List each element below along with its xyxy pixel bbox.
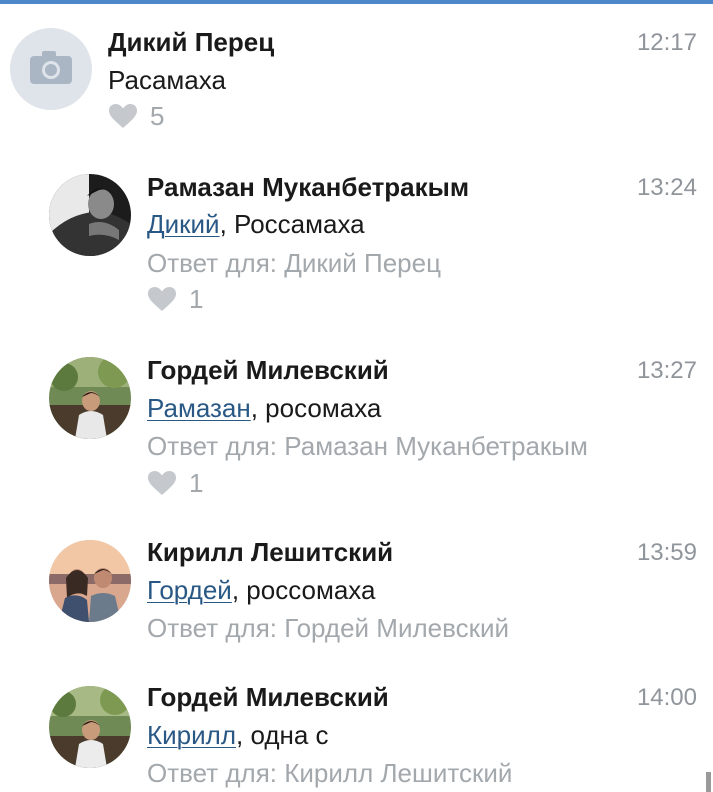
heart-icon: [148, 287, 176, 311]
camera-icon: [30, 51, 72, 84]
reply-to-link[interactable]: Ответ для: Гордей Милевский: [147, 613, 509, 643]
comment-item: Гордей Милевский 14:00 Кирилл, одна с От…: [0, 670, 713, 792]
mention-link[interactable]: Кирилл: [147, 720, 236, 750]
comment-item: Гордей Милевский 13:27 Рамазан, росомаха…: [0, 335, 713, 520]
reply-to-link[interactable]: Ответ для: Дикий Перец: [147, 248, 441, 278]
mention-link[interactable]: Гордей: [147, 575, 232, 605]
comment-body: Расамаха: [108, 65, 226, 95]
comment-author[interactable]: Рамазан Муканбетракым: [147, 172, 469, 202]
comment-text: Расамаха: [108, 65, 226, 95]
comment-item: Рамазан Муканбетракым 13:24 Дикий, Росса…: [0, 150, 713, 335]
comment-author[interactable]: Гордей Милевский: [147, 682, 389, 712]
reply-to-link[interactable]: Ответ для: Кирилл Лешитский: [147, 758, 512, 788]
like-button[interactable]: 5: [108, 101, 164, 131]
comment-text: Кирилл, одна с: [147, 720, 329, 750]
comment-text: Дикий, Россамаха: [147, 209, 365, 239]
like-count: 1: [189, 284, 204, 314]
heart-icon: [148, 471, 176, 495]
avatar[interactable]: [49, 174, 131, 256]
mention-link[interactable]: Рамазан: [147, 393, 251, 423]
comment-time: 12:17: [636, 29, 697, 56]
avatar[interactable]: [49, 540, 131, 622]
user-photo: [49, 357, 131, 439]
comment-time: 13:24: [636, 174, 697, 201]
comment-text: Рамазан, росомаха: [147, 393, 381, 423]
comment-time: 13:27: [636, 357, 697, 384]
like-button[interactable]: 1: [147, 284, 203, 314]
comment-time: 13:59: [636, 539, 697, 566]
comment-body: , росомаха: [250, 393, 382, 423]
avatar[interactable]: [49, 686, 131, 768]
comment-item: Кирилл Лешитский 13:59 Гордей, россомаха…: [0, 520, 713, 670]
comments-page: Дикий Перец 12:17 Расамаха 5 Рамазан Мук…: [0, 0, 713, 792]
avatar[interactable]: [10, 28, 92, 110]
mention-link[interactable]: Дикий: [147, 209, 220, 239]
like-button[interactable]: 1: [147, 468, 203, 498]
comment-author[interactable]: Гордей Милевский: [147, 355, 389, 385]
reply-to-link[interactable]: Ответ для: Рамазан Муканбетракым: [147, 431, 588, 461]
like-count: 1: [189, 468, 204, 498]
user-photo: [49, 686, 131, 768]
like-count: 5: [150, 101, 165, 131]
comment-time: 14:00: [636, 684, 697, 711]
heart-icon: [109, 104, 137, 128]
comment-author[interactable]: Дикий Перец: [108, 27, 274, 57]
user-photo: [49, 174, 131, 256]
comment-author[interactable]: Кирилл Лешитский: [147, 537, 393, 567]
comment-item: Дикий Перец 12:17 Расамаха 5: [0, 0, 713, 150]
comment-text: Гордей, россомаха: [147, 575, 375, 605]
comment-body: , россомаха: [231, 575, 376, 605]
comment-body: , Россамаха: [219, 209, 365, 239]
user-photo: [49, 540, 131, 622]
avatar[interactable]: [49, 357, 131, 439]
comment-body: , одна с: [236, 720, 329, 750]
scrollbar[interactable]: [706, 772, 711, 792]
